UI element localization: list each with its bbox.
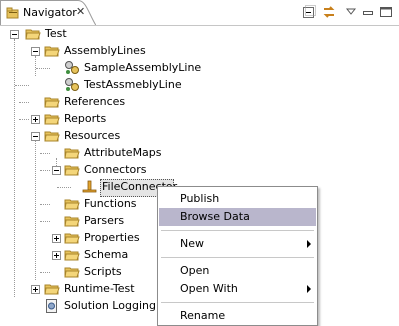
- tree-item-label: Connectors: [84, 163, 147, 176]
- tree-item-label: Scripts: [84, 265, 122, 278]
- view-header: Navigator ✕: [0, 0, 399, 26]
- tree-item-sampleassemblyline[interactable]: SampleAssemblyLine: [0, 60, 399, 77]
- menu-item-rename[interactable]: Rename: [159, 307, 316, 325]
- menu-item-label: Rename: [180, 309, 226, 322]
- expand-toggle[interactable]: [52, 234, 61, 243]
- expand-toggle[interactable]: [31, 285, 40, 294]
- tree-item-label: Properties: [84, 231, 140, 244]
- view-menu-icon[interactable]: [343, 4, 359, 20]
- assembly-line-icon: [65, 78, 79, 91]
- tree-item-label: Solution Logging a: [64, 299, 167, 312]
- folder-icon: [64, 199, 80, 210]
- tree-item-label: AssemblyLines: [64, 44, 146, 57]
- tree-item-label: References: [64, 95, 126, 108]
- menu-separator: [161, 230, 314, 231]
- menu-item-publish[interactable]: Publish: [159, 190, 316, 208]
- navigator-icon: [6, 7, 19, 19]
- tree-item-reports[interactable]: Reports: [0, 111, 399, 128]
- tree-item-test[interactable]: Test: [0, 26, 399, 43]
- close-icon[interactable]: ✕: [76, 5, 85, 18]
- folder-open-icon: [44, 46, 60, 57]
- folder-icon: [44, 114, 60, 125]
- expand-toggle[interactable]: [31, 115, 40, 124]
- submenu-arrow-icon: [307, 240, 311, 248]
- connector-icon: [82, 180, 97, 193]
- context-menu: Publish Browse Data New Open Open With R…: [157, 186, 318, 326]
- folder-icon: [64, 250, 80, 261]
- collapse-toggle[interactable]: [10, 30, 19, 39]
- folder-icon: [64, 233, 80, 244]
- menu-item-browse-data[interactable]: Browse Data: [159, 208, 316, 226]
- folder-icon: [44, 284, 60, 295]
- tree-item-assemblylines[interactable]: AssemblyLines: [0, 43, 399, 60]
- tree-item-label: TestAssmeblyLine: [84, 78, 182, 91]
- tree-item-connectors[interactable]: Connectors: [0, 162, 399, 179]
- assembly-line-icon: [65, 61, 79, 74]
- menu-item-label: Open With: [180, 282, 238, 295]
- tree-item-references[interactable]: References: [0, 94, 399, 111]
- folder-icon: [64, 216, 80, 227]
- tree-item-resources[interactable]: Resources: [0, 128, 399, 145]
- navigator-tab[interactable]: Navigator ✕: [0, 0, 96, 26]
- view-title: Navigator: [23, 6, 77, 19]
- tree-item-label: AttributeMaps: [84, 146, 162, 159]
- menu-item-open-with[interactable]: Open With: [159, 280, 316, 298]
- project-folder-icon: [25, 29, 41, 40]
- collapse-toggle[interactable]: [52, 166, 61, 175]
- tree-item-attributemaps[interactable]: AttributeMaps: [0, 145, 399, 162]
- menu-item-new[interactable]: New: [159, 235, 316, 253]
- tree-item-label: Parsers: [84, 214, 125, 227]
- tree-item-label: Test: [45, 27, 67, 40]
- folder-icon: [44, 97, 60, 108]
- menu-item-label: Browse Data: [180, 210, 250, 223]
- tree-item-label: Schema: [84, 248, 129, 261]
- collapse-toggle[interactable]: [31, 132, 40, 141]
- folder-icon: [64, 267, 80, 278]
- collapse-all-icon[interactable]: [301, 4, 317, 20]
- link-with-editor-icon[interactable]: [321, 4, 337, 20]
- expand-toggle[interactable]: [52, 251, 61, 260]
- folder-open-icon: [64, 165, 80, 176]
- tree-item-testassmeblyline[interactable]: TestAssmeblyLine: [0, 77, 399, 94]
- tree-item-label: Functions: [84, 197, 137, 210]
- menu-item-open[interactable]: Open: [159, 262, 316, 280]
- folder-icon: [64, 148, 80, 159]
- menu-item-label: New: [180, 237, 204, 250]
- menu-separator: [161, 257, 314, 258]
- settings-document-icon: [46, 299, 57, 313]
- menu-separator: [161, 302, 314, 303]
- collapse-toggle[interactable]: [31, 47, 40, 56]
- maximize-icon[interactable]: [378, 4, 394, 20]
- minimize-icon[interactable]: [360, 4, 376, 20]
- menu-item-label: Open: [180, 264, 210, 277]
- tree-item-label: SampleAssemblyLine: [84, 61, 202, 74]
- tree-item-label: Runtime-Test: [64, 282, 135, 295]
- menu-item-label: Publish: [180, 192, 220, 205]
- folder-open-icon: [44, 131, 60, 142]
- submenu-arrow-icon: [307, 285, 311, 293]
- tree-item-label: Reports: [64, 112, 107, 125]
- tree-item-label: Resources: [64, 129, 121, 142]
